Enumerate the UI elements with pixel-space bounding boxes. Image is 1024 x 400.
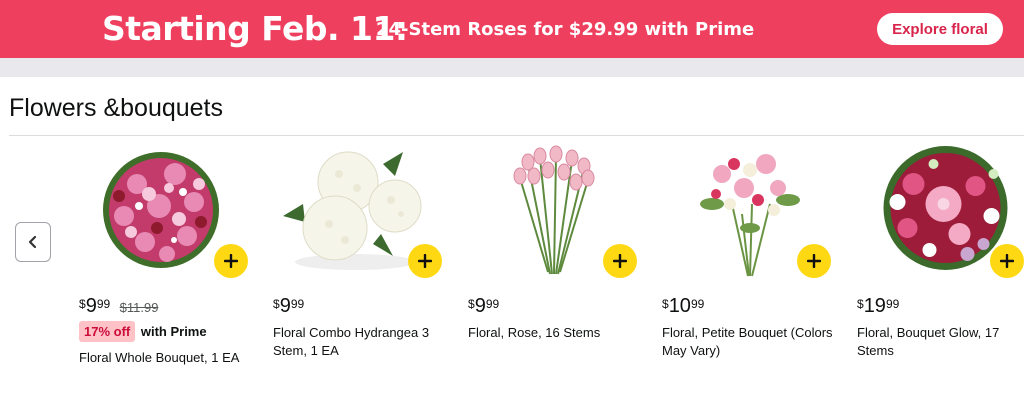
- price-symbol: $: [468, 297, 475, 311]
- product-card[interactable]: $999 Floral, Rose, 16 Stems: [468, 144, 648, 394]
- product-price: $1099: [662, 295, 704, 318]
- deal-badge: 17% off: [79, 321, 136, 342]
- product-card[interactable]: $999 Floral Combo Hydrangea 3 Stem, 1 EA: [273, 144, 453, 394]
- promo-banner[interactable]: Starting Feb. 11: 24-Stem Roses for $29.…: [0, 0, 1024, 58]
- price-symbol: $: [857, 297, 864, 311]
- deal-text: with Prime: [140, 324, 207, 339]
- product-title[interactable]: Floral, Bouquet Glow, 17 Stems: [857, 324, 1017, 360]
- product-title[interactable]: Floral, Petite Bouquet (Colors May Vary): [662, 324, 837, 360]
- plus-icon: [807, 254, 821, 268]
- product-card[interactable]: $1099 Floral, Petite Bouquet (Colors May…: [662, 144, 842, 394]
- product-card[interactable]: $999 $11.99 17% off with Prime Floral Wh…: [79, 144, 259, 394]
- banner-headline: Starting Feb. 11:: [102, 9, 408, 48]
- price-symbol: $: [273, 297, 280, 311]
- price-symbol: $: [662, 297, 669, 311]
- price-whole: 19: [863, 295, 886, 317]
- price-whole: 9: [85, 295, 97, 317]
- plus-icon: [224, 254, 238, 268]
- banner-subline: 24-Stem Roses for $29.99 with Prime: [376, 19, 755, 40]
- deal-row: 17% off with Prime: [79, 321, 207, 342]
- add-to-cart-button[interactable]: [797, 244, 831, 278]
- product-price: $999: [468, 295, 499, 318]
- price-fraction: 99: [485, 297, 500, 311]
- plus-icon: [418, 254, 432, 268]
- price-symbol: $: [79, 297, 86, 311]
- product-price: $999: [273, 295, 304, 318]
- carousel-prev-button[interactable]: [15, 222, 51, 262]
- product-price: $999 $11.99: [79, 295, 158, 318]
- product-title[interactable]: Floral, Rose, 16 Stems: [468, 324, 643, 342]
- product-price: $1999: [857, 295, 899, 318]
- plus-icon: [613, 254, 627, 268]
- title-divider: [9, 135, 1024, 136]
- add-to-cart-button[interactable]: [603, 244, 637, 278]
- plus-icon: [1000, 254, 1014, 268]
- price-whole: 9: [279, 295, 291, 317]
- product-title[interactable]: Floral Combo Hydrangea 3 Stem, 1 EA: [273, 324, 448, 360]
- add-to-cart-button[interactable]: [990, 244, 1024, 278]
- price-fraction: 99: [690, 297, 705, 311]
- section-title: Flowers &bouquets: [9, 94, 224, 122]
- price-whole: 10: [668, 295, 691, 317]
- list-price: $11.99: [119, 300, 159, 315]
- add-to-cart-button[interactable]: [214, 244, 248, 278]
- price-whole: 9: [474, 295, 486, 317]
- price-fraction: 99: [290, 297, 305, 311]
- section-separator: [0, 58, 1024, 77]
- product-card[interactable]: $1999 Floral, Bouquet Glow, 17 Stems: [857, 144, 1024, 394]
- add-to-cart-button[interactable]: [408, 244, 442, 278]
- product-title[interactable]: Floral Whole Bouquet, 1 EA: [79, 349, 254, 367]
- price-fraction: 99: [96, 297, 111, 311]
- explore-floral-button[interactable]: Explore floral: [877, 13, 1003, 45]
- chevron-left-icon: [28, 235, 37, 249]
- price-fraction: 99: [885, 297, 900, 311]
